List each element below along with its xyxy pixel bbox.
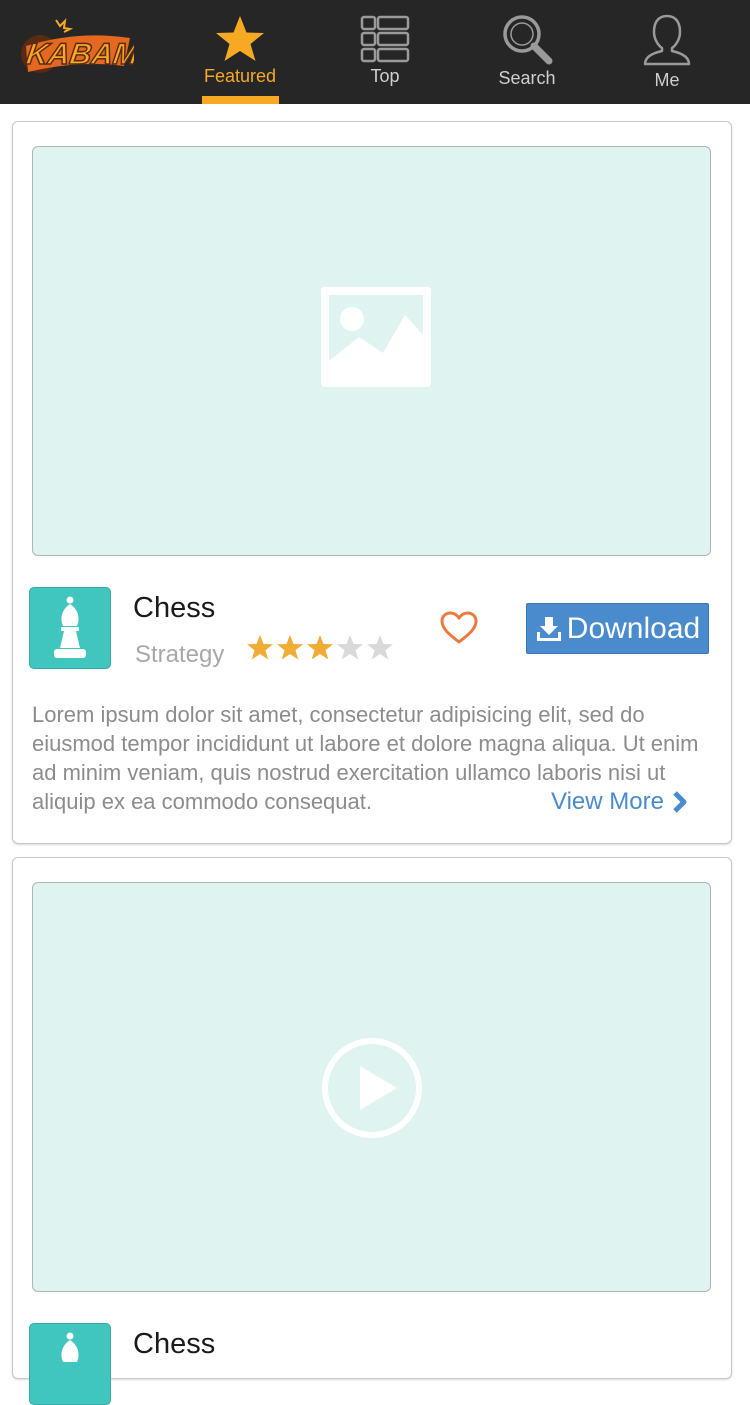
app-icon[interactable] bbox=[29, 587, 111, 669]
tab-me-label: Me bbox=[654, 70, 680, 90]
tab-search-label: Search bbox=[498, 68, 556, 88]
user-icon bbox=[643, 14, 691, 66]
game-card: Chess bbox=[12, 857, 732, 1405]
tab-me[interactable]: Me bbox=[612, 0, 722, 104]
kabam-logo[interactable]: KABAM bbox=[18, 16, 142, 80]
tab-top[interactable]: Top bbox=[330, 0, 440, 104]
app-title[interactable]: Chess bbox=[133, 592, 215, 625]
download-button-label: Download bbox=[566, 611, 701, 645]
search-icon bbox=[503, 15, 553, 65]
rating-star-empty bbox=[367, 635, 393, 660]
chess-bishop-icon bbox=[54, 596, 86, 658]
screenshot-placeholder[interactable] bbox=[32, 146, 711, 556]
rating-star-filled bbox=[307, 635, 333, 660]
download-icon bbox=[536, 616, 561, 641]
video-placeholder[interactable] bbox=[32, 882, 711, 1292]
chess-bishop-icon bbox=[61, 1332, 79, 1362]
app-title[interactable]: Chess bbox=[133, 1328, 215, 1361]
star-icon bbox=[216, 16, 264, 61]
rating-star-filled bbox=[277, 635, 303, 660]
play-icon[interactable] bbox=[320, 1036, 424, 1140]
rating-star-empty bbox=[337, 635, 363, 660]
tab-featured[interactable]: Featured bbox=[185, 0, 295, 104]
game-card: Chess Strategy Download Lorem ipsum dolo… bbox=[12, 121, 732, 844]
chevron-right-icon bbox=[673, 791, 687, 813]
app-icon[interactable] bbox=[29, 1323, 111, 1405]
image-icon bbox=[321, 287, 431, 387]
tab-top-label: Top bbox=[370, 66, 400, 86]
view-more-link[interactable]: View More bbox=[551, 788, 688, 816]
tab-featured-label: Featured bbox=[203, 66, 277, 86]
logo-text: KABAM bbox=[24, 38, 134, 71]
download-button[interactable]: Download bbox=[526, 603, 709, 654]
tab-search[interactable]: Search bbox=[472, 0, 582, 104]
list-icon bbox=[360, 15, 410, 63]
top-navbar: KABAM Featured Top Search Me bbox=[0, 0, 750, 104]
active-tab-indicator bbox=[202, 96, 279, 104]
rating-star-filled bbox=[247, 635, 273, 660]
star-rating bbox=[247, 635, 393, 660]
view-more-label: View More bbox=[551, 788, 664, 815]
favorite-heart-icon[interactable] bbox=[440, 611, 478, 645]
app-category: Strategy bbox=[135, 641, 225, 668]
